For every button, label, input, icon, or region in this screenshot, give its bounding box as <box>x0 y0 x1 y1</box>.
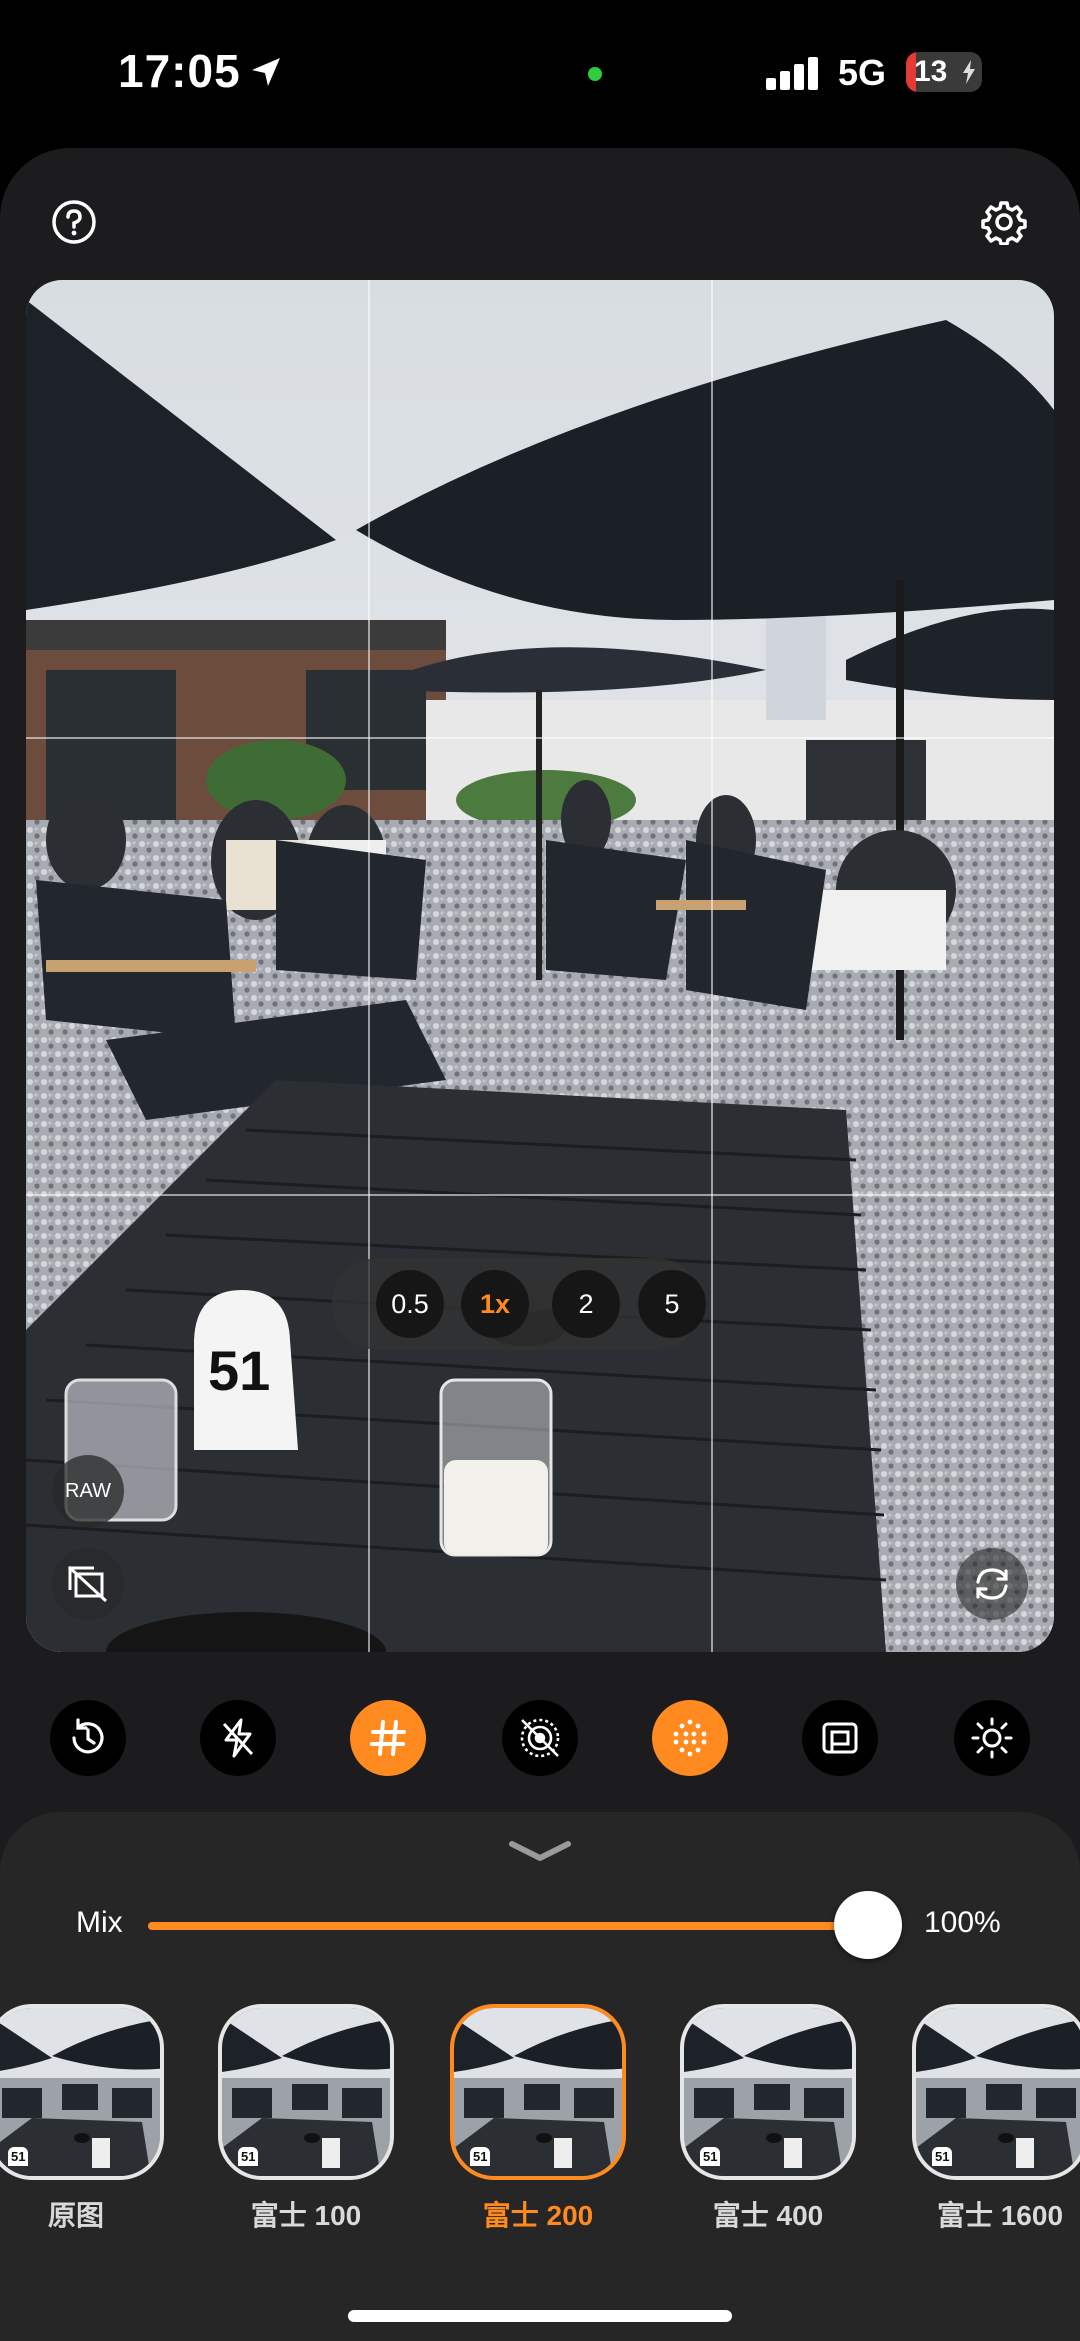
flip-camera-button[interactable] <box>956 1548 1028 1620</box>
aspect-ratio-button[interactable] <box>802 1700 878 1776</box>
grid-line <box>26 1194 1054 1196</box>
filter-label: 原图 <box>47 2200 104 2231</box>
network-type: 5G <box>838 52 887 93</box>
grid-hash-icon <box>370 1720 406 1756</box>
mix-slider-thumb[interactable] <box>834 1891 902 1959</box>
privacy-indicator-dot <box>588 67 602 81</box>
filter-thumb-badge: 51 <box>932 2147 953 2166</box>
zoom-option-1x[interactable]: 1x <box>461 1270 529 1338</box>
camera-preview-image: 51 <box>26 280 1054 1652</box>
exposure-button[interactable] <box>954 1700 1030 1776</box>
overlay-toggle-button[interactable] <box>52 1548 124 1620</box>
flash-toggle-button[interactable] <box>200 1700 276 1776</box>
filter-thumb-badge: 51 <box>238 2147 259 2166</box>
grid-line <box>368 280 370 1652</box>
filter-thumbnail[interactable]: 51 <box>680 2004 856 2180</box>
raw-toggle[interactable]: RAW <box>52 1455 124 1527</box>
filter-label: 富士 1600 <box>936 2200 1064 2231</box>
history-icon <box>72 1718 104 1754</box>
grid-toggle-button[interactable] <box>350 1700 426 1776</box>
filter-label: 富士 200 <box>482 2200 594 2231</box>
filter-thumbnail[interactable]: 51 <box>218 2004 394 2180</box>
zoom-option-0-5[interactable]: 0.5 <box>376 1270 444 1338</box>
camera-viewfinder[interactable]: 51 RAW <box>26 280 1054 1652</box>
battery-percent: 13 <box>914 55 948 88</box>
filter-thumbnail[interactable]: 51 <box>0 2004 164 2180</box>
filter-thumb-badge: 51 <box>470 2147 491 2166</box>
history-button[interactable] <box>50 1700 126 1776</box>
battery-indicator: 13 <box>906 52 982 92</box>
cellular-signal-icon <box>766 57 818 90</box>
mix-slider-track[interactable] <box>148 1922 868 1930</box>
live-photo-toggle-button[interactable] <box>502 1700 578 1776</box>
status-time: 17:05 <box>118 45 241 97</box>
aspect-ratio-icon <box>822 1722 858 1754</box>
flip-camera-icon <box>976 1568 1008 1600</box>
filter-label: 富士 100 <box>250 2200 362 2231</box>
chevron-down-icon[interactable] <box>506 1838 574 1866</box>
exposure-sun-icon <box>971 1717 1013 1759</box>
mix-value: 100% <box>924 1906 1001 1939</box>
zoom-option-5[interactable]: 5 <box>638 1270 706 1338</box>
layers-off-icon <box>67 1565 108 1603</box>
grain-dots-icon <box>673 1719 707 1757</box>
flash-off-icon <box>222 1718 254 1758</box>
zoom-selector: 0.5 1x 2 5 <box>332 1258 706 1350</box>
grid-line <box>711 280 713 1652</box>
mix-slider-fill <box>148 1922 868 1930</box>
filter-thumb-badge: 51 <box>8 2147 29 2166</box>
table-number: 51 <box>208 1339 270 1402</box>
mix-label: Mix <box>76 1906 123 1939</box>
filter-label: 富士 400 <box>712 2200 824 2231</box>
home-indicator <box>348 2310 732 2322</box>
gear-icon <box>981 201 1027 245</box>
grain-toggle-button[interactable] <box>652 1700 728 1776</box>
help-button[interactable] <box>44 192 104 252</box>
location-arrow-icon <box>252 58 280 86</box>
filter-thumbnail[interactable]: 51 <box>912 2004 1080 2180</box>
settings-button[interactable] <box>974 192 1034 252</box>
question-circle-icon <box>52 200 96 244</box>
filter-thumb-badge: 51 <box>700 2147 721 2166</box>
zoom-option-2[interactable]: 2 <box>552 1270 620 1338</box>
live-off-icon <box>520 1718 560 1758</box>
status-bar: 17:05 5G 13 <box>0 0 1080 140</box>
grid-line <box>26 737 1054 739</box>
filter-thumbnail[interactable]: 51 <box>450 2004 626 2180</box>
charging-bolt-icon <box>963 60 975 84</box>
camera-toolbar <box>0 1700 1080 1780</box>
